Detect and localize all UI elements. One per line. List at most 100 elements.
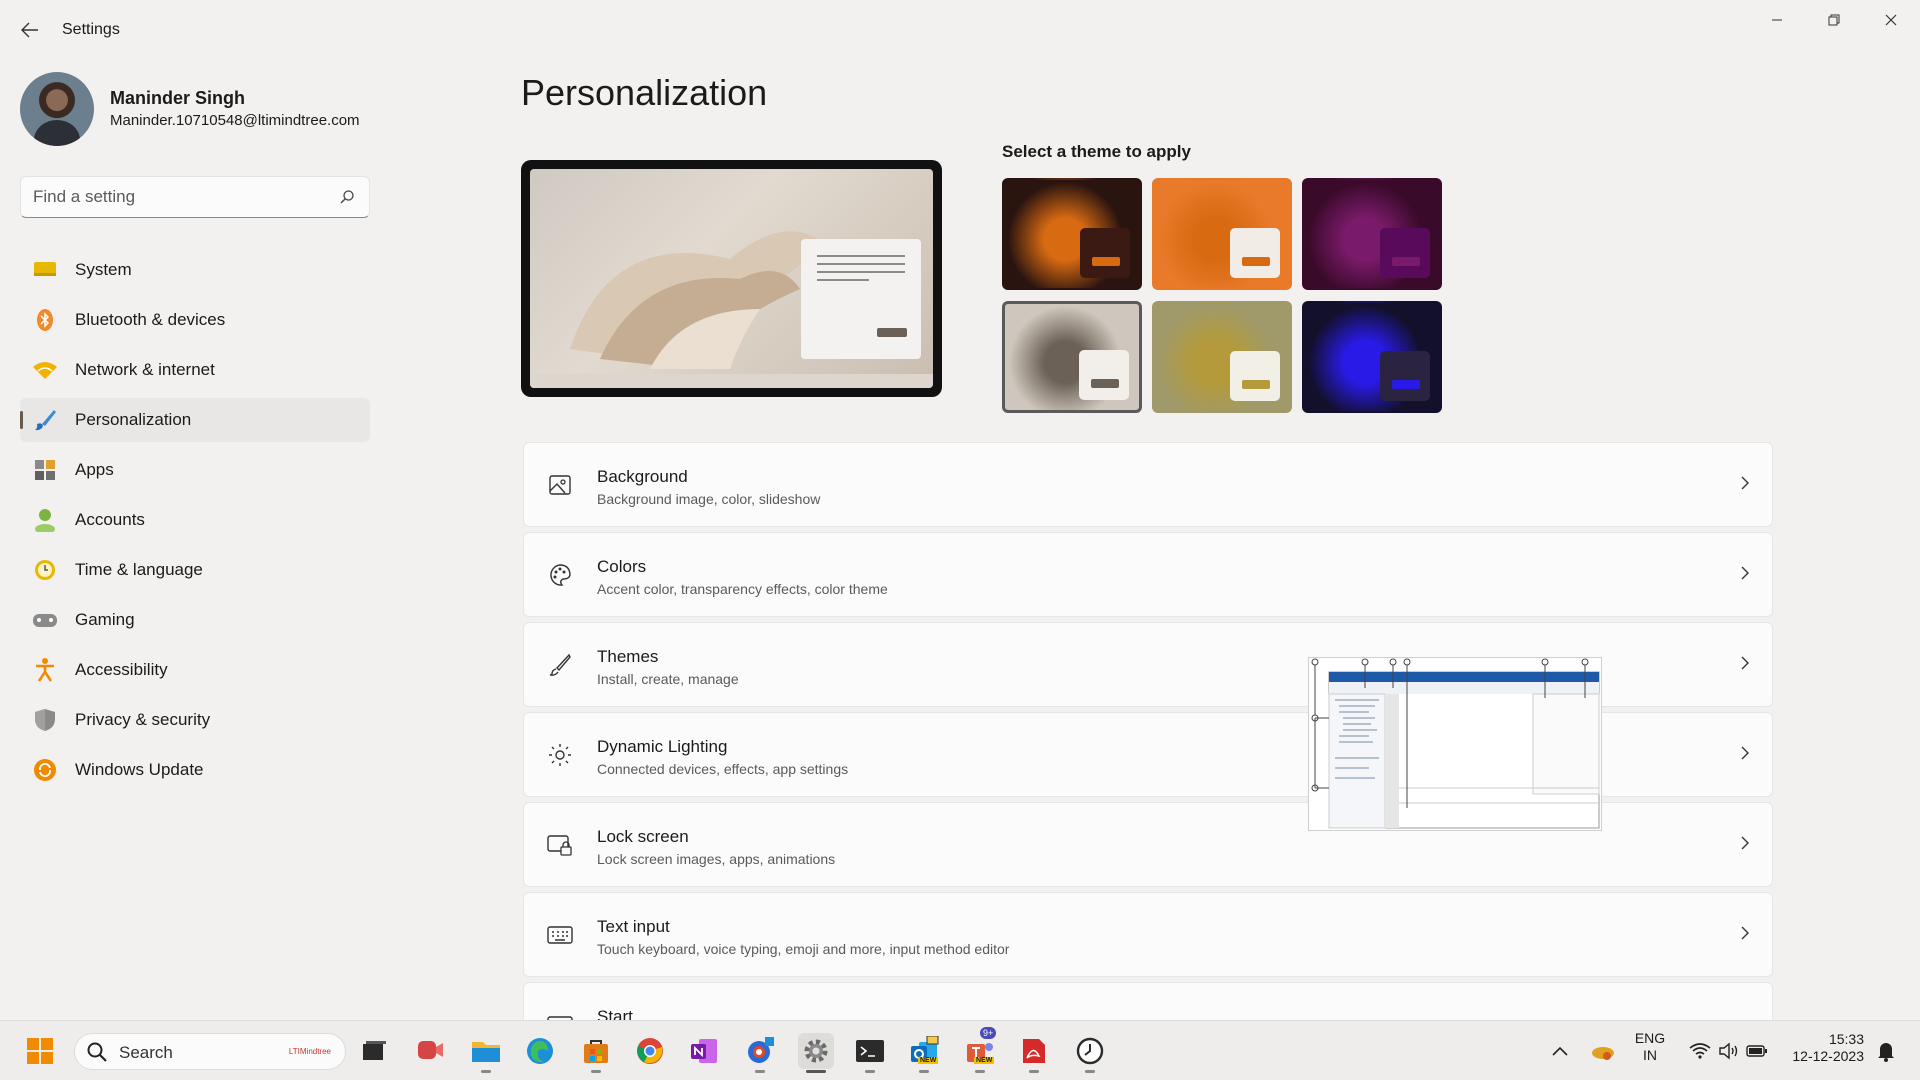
sidebar-item-gaming[interactable]: Gaming — [20, 598, 370, 642]
bluetooth-icon — [32, 307, 58, 333]
wifi-icon — [1689, 1043, 1711, 1059]
theme-swatch — [1079, 350, 1129, 400]
taskbar-app-pdf[interactable] — [1016, 1033, 1052, 1073]
onenote-icon — [691, 1039, 717, 1063]
taskbar-app-outlook[interactable]: NEW — [906, 1033, 942, 1073]
taskbar-app-teams[interactable]: 9+ NEW — [962, 1027, 998, 1073]
taskbar-app-settings[interactable] — [798, 1033, 834, 1073]
taskbar-app-task-view[interactable] — [356, 1033, 392, 1069]
back-arrow-icon — [21, 22, 38, 38]
taskbar-app-file-explorer[interactable] — [468, 1033, 504, 1073]
taskbar-app-teams-meet[interactable] — [412, 1033, 448, 1069]
chevron-up-icon — [1552, 1046, 1568, 1056]
preview-taskbar — [530, 374, 933, 388]
sidebar-item-personalization[interactable]: Personalization — [20, 398, 370, 442]
setting-search[interactable] — [20, 176, 370, 218]
theme-accent-bar — [1092, 257, 1120, 266]
language-code: ENG — [1634, 1030, 1666, 1046]
region-code: IN — [1643, 1047, 1657, 1063]
new-badge: NEW — [918, 1057, 939, 1064]
close-icon — [1885, 14, 1897, 26]
theme-tile-light-flow[interactable] — [1002, 301, 1142, 413]
image-icon — [546, 471, 574, 499]
accessibility-icon — [32, 657, 58, 683]
sidebar-item-system[interactable]: System — [20, 248, 370, 292]
chevron-right-icon — [1741, 566, 1749, 580]
card-title: Text input — [597, 917, 670, 936]
taskbar-app-snipping[interactable] — [742, 1033, 778, 1073]
notifications-button[interactable] — [1868, 1033, 1904, 1069]
taskbar-app-edge[interactable] — [522, 1033, 558, 1069]
brush-icon — [32, 407, 58, 433]
avatar — [20, 72, 94, 146]
minimize-button[interactable] — [1748, 0, 1806, 40]
chevron-right-icon — [1741, 926, 1749, 940]
theme-tile-dark-orange-bloom[interactable] — [1002, 178, 1142, 290]
update-icon — [32, 757, 58, 783]
clock-date-text: 12-12-2023 — [1792, 1048, 1864, 1064]
card-description: Accent color, transparency effects, colo… — [597, 581, 888, 597]
quick-settings-button[interactable] — [1680, 1033, 1776, 1069]
show-hidden-icons-button[interactable] — [1542, 1033, 1578, 1069]
terminal-icon — [856, 1040, 884, 1062]
search-brand-logo: LTIMindtree — [288, 1047, 331, 1056]
card-title: Lock screen — [597, 827, 689, 846]
theme-tile-light-orange-bloom[interactable] — [1152, 178, 1292, 290]
edge-icon — [527, 1038, 553, 1064]
taskbar-search[interactable]: Search LTIMindtree — [74, 1033, 346, 1070]
sidebar-item-network[interactable]: Network & internet — [20, 348, 370, 392]
sidebar-item-label: Gaming — [75, 610, 135, 629]
chevron-right-icon — [1741, 656, 1749, 670]
theme-swatch — [1380, 351, 1430, 401]
palette-icon — [546, 561, 574, 589]
search-input[interactable] — [33, 186, 323, 208]
shield-icon — [32, 707, 58, 733]
start-button[interactable] — [22, 1033, 58, 1069]
taskbar-app-onenote[interactable] — [686, 1033, 722, 1069]
theme-accent-bar — [1242, 380, 1270, 389]
taskbar-search-label: Search — [119, 1043, 173, 1062]
card-description: Touch keyboard, voice typing, emoji and … — [597, 941, 1010, 957]
gamepad-icon — [32, 607, 58, 633]
sidebar-item-time-language[interactable]: Time & language — [20, 548, 370, 592]
sidebar-item-privacy[interactable]: Privacy & security — [20, 698, 370, 742]
volume-icon — [1719, 1042, 1738, 1060]
theme-accent-bar — [1242, 257, 1270, 266]
taskbar-app-chrome[interactable] — [632, 1033, 668, 1069]
theme-tile-dark-purple-glow[interactable] — [1302, 178, 1442, 290]
sidebar-item-label: Privacy & security — [75, 710, 211, 729]
sidebar-item-bluetooth[interactable]: Bluetooth & devices — [20, 298, 370, 342]
chevron-right-icon — [1741, 476, 1749, 490]
theme-swatch — [1230, 351, 1280, 401]
taskbar-app-clock[interactable] — [1072, 1033, 1108, 1073]
card-colors[interactable]: Colors Accent color, transparency effect… — [523, 532, 1773, 617]
screenshot-thumbnail[interactable] — [1308, 657, 1602, 831]
back-button[interactable] — [14, 16, 46, 44]
taskbar: Search LTIMindtree NEW 9+ NEW ENG IN 15:… — [0, 1020, 1920, 1080]
card-title: Themes — [597, 647, 659, 666]
clock-date[interactable]: 15:33 12-12-2023 — [1782, 1031, 1864, 1065]
theme-tile-landscape-lake[interactable] — [1152, 301, 1292, 413]
user-profile[interactable]: Maninder Singh Maninder.10710548@ltimind… — [20, 72, 380, 146]
taskbar-app-store[interactable] — [578, 1033, 614, 1073]
sidebar-item-accessibility[interactable]: Accessibility — [20, 648, 370, 692]
windows-logo-icon — [27, 1038, 53, 1064]
restore-button[interactable] — [1805, 0, 1863, 40]
sidebar-item-label: Personalization — [75, 410, 192, 429]
card-text-input[interactable]: Text input Touch keyboard, voice typing,… — [523, 892, 1773, 977]
sidebar-item-accounts[interactable]: Accounts — [20, 498, 370, 542]
page-title: Personalization — [521, 72, 768, 113]
app-window-thumbnail — [1311, 658, 1600, 829]
close-button[interactable] — [1862, 0, 1920, 40]
store-icon — [584, 1040, 608, 1063]
sidebar-item-apps[interactable]: Apps — [20, 448, 370, 492]
sidebar-item-label: System — [75, 260, 132, 279]
card-background[interactable]: Background Background image, color, slid… — [523, 442, 1773, 527]
input-language-indicator[interactable]: ENG IN — [1628, 1030, 1672, 1064]
sidebar-item-windows-update[interactable]: Windows Update — [20, 748, 370, 792]
onedrive-tray-button[interactable] — [1584, 1033, 1620, 1069]
task-view-icon — [363, 1041, 386, 1060]
taskbar-app-terminal[interactable] — [852, 1033, 888, 1073]
chevron-right-icon — [1741, 746, 1749, 760]
theme-tile-dark-captured-motion[interactable] — [1302, 301, 1442, 413]
